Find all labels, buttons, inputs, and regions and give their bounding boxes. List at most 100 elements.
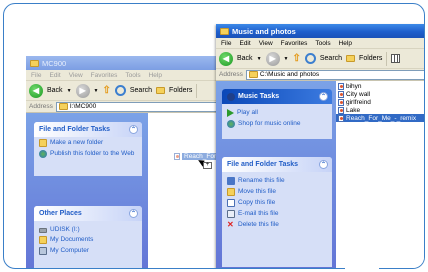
chevron-down-icon[interactable]: ▼: [257, 56, 262, 62]
place-udisk[interactable]: UDISK (I:): [34, 224, 142, 235]
folder-icon: [58, 103, 68, 110]
audio-file-icon: [338, 90, 344, 98]
task-label: Move this file: [238, 187, 276, 195]
file-item[interactable]: bihyn: [336, 82, 424, 90]
chevron-up-icon[interactable]: ⌃: [319, 160, 328, 169]
back-button[interactable]: Back: [237, 55, 253, 62]
audio-file-icon: [338, 106, 344, 114]
panel-heading: Other Places: [39, 210, 82, 217]
menu-view[interactable]: View: [69, 72, 83, 79]
back-arrow-icon[interactable]: ◀: [29, 83, 43, 98]
task-make-folder[interactable]: Make a new folder: [34, 137, 142, 148]
address-label: Address: [219, 71, 243, 78]
place-my-documents[interactable]: My Documents: [34, 235, 142, 246]
audio-file-icon: [338, 98, 344, 106]
place-my-computer[interactable]: My Computer: [34, 246, 142, 257]
folder-up-icon[interactable]: ⇧: [292, 53, 300, 64]
copy-icon: [227, 198, 235, 207]
task-label: Delete this file: [238, 220, 279, 228]
forward-arrow-icon[interactable]: ▶: [75, 83, 90, 98]
chevron-down-icon[interactable]: ▼: [284, 56, 289, 62]
task-delete-file[interactable]: ✕ Delete this file: [222, 219, 332, 230]
address-input[interactable]: I:\MC900: [55, 101, 231, 112]
search-button[interactable]: Search: [130, 87, 152, 94]
menu-edit[interactable]: Edit: [49, 72, 60, 79]
frame-gap: [345, 264, 379, 272]
window-mc900-titlebar[interactable]: MC900: [26, 56, 231, 70]
file-folder-tasks-header[interactable]: File and Folder Tasks ⌃: [34, 122, 142, 137]
chevron-up-icon[interactable]: ⌃: [129, 209, 138, 218]
menu-bar: File Edit View Favorites Tools Help: [216, 38, 424, 49]
audio-file-icon: [338, 82, 344, 90]
task-shop-music[interactable]: Shop for music online: [222, 118, 332, 129]
menu-tools[interactable]: Tools: [125, 72, 140, 79]
task-label: Make a new folder: [50, 138, 104, 146]
back-arrow-icon[interactable]: ◀: [219, 51, 233, 66]
task-rename-file[interactable]: Rename this file: [222, 175, 332, 186]
window-music-photos-titlebar[interactable]: Music and photos: [216, 24, 424, 38]
folder-icon: [220, 27, 229, 35]
menu-favorites[interactable]: Favorites: [281, 40, 308, 47]
documents-folder-icon: [39, 236, 47, 245]
chevron-down-icon[interactable]: ▼: [94, 88, 99, 94]
task-email-file[interactable]: E-mail this file: [222, 208, 332, 219]
file-folder-tasks-header[interactable]: File and Folder Tasks ⌃: [222, 157, 332, 172]
search-icon[interactable]: [114, 85, 126, 96]
forward-arrow-icon[interactable]: ▶: [265, 51, 280, 66]
folder-up-icon[interactable]: ⇧: [102, 85, 110, 96]
screenshot-frame: MC900 File Edit View Favorites Tools Hel…: [3, 3, 425, 269]
chevron-down-icon[interactable]: ▼: [67, 88, 72, 94]
task-move-file[interactable]: Move this file: [222, 186, 332, 197]
menu-view[interactable]: View: [259, 40, 273, 47]
menu-tools[interactable]: Tools: [315, 40, 330, 47]
other-places-header[interactable]: Other Places ⌃: [34, 206, 142, 221]
menu-edit[interactable]: Edit: [239, 40, 250, 47]
file-name: Reach_For_Me_-_remix: [346, 114, 417, 122]
chevron-up-icon[interactable]: ⌃: [129, 125, 138, 134]
menu-help[interactable]: Help: [339, 40, 352, 47]
music-tasks-header[interactable]: Music Tasks ⌃: [222, 89, 332, 104]
folder-icon: [30, 59, 39, 67]
file-item[interactable]: City wall: [336, 90, 424, 98]
task-label: E-mail this file: [238, 209, 279, 217]
file-item-selected[interactable]: Reach_For_Me_-_remix: [336, 114, 424, 122]
panel-heading: File and Folder Tasks: [227, 161, 299, 168]
folders-button[interactable]: Folders: [359, 55, 382, 62]
toolbar-divider: [196, 83, 198, 98]
other-places-panel: Other Places ⌃ UDISK (I:) My Documents M…: [34, 206, 142, 268]
address-value: I:\MC900: [69, 103, 97, 110]
menu-help[interactable]: Help: [149, 72, 162, 79]
search-icon[interactable]: [304, 53, 316, 64]
file-list[interactable]: bihyn City wall girlfreind Lake Reach_Fo…: [336, 81, 424, 268]
toolbar: ◀ Back ▼ ▶ ▼ ⇧ Search Folders: [216, 49, 424, 69]
task-play-all[interactable]: Play all: [222, 107, 332, 118]
task-label: Rename this file: [238, 176, 285, 184]
search-button[interactable]: Search: [320, 55, 342, 62]
menu-file[interactable]: File: [31, 72, 41, 79]
address-input[interactable]: C:\Music and photos: [245, 69, 424, 80]
task-copy-file[interactable]: Copy this file: [222, 197, 332, 208]
place-label: UDISK (I:): [50, 225, 80, 233]
back-button[interactable]: Back: [47, 87, 63, 94]
folders-icon[interactable]: [156, 87, 166, 94]
task-label: Play all: [237, 108, 258, 116]
address-bar: Address I:\MC900: [26, 101, 231, 113]
email-icon: [227, 209, 235, 218]
audio-file-icon: [174, 153, 180, 160]
file-name: girlfreind: [346, 98, 371, 106]
chevron-up-icon[interactable]: ⌃: [319, 92, 328, 101]
views-grid-icon[interactable]: [391, 54, 401, 63]
toolbar: ◀ Back ▼ ▶ ▼ ⇧ Search Folders: [26, 81, 231, 101]
folders-button[interactable]: Folders: [169, 87, 192, 94]
menu-favorites[interactable]: Favorites: [91, 72, 118, 79]
file-item[interactable]: girlfreind: [336, 98, 424, 106]
menu-file[interactable]: File: [221, 40, 231, 47]
file-item[interactable]: Lake: [336, 106, 424, 114]
globe-icon: [227, 119, 235, 128]
place-label: My Documents: [50, 236, 94, 244]
task-publish-web[interactable]: Publish this folder to the Web: [34, 148, 142, 159]
panel-heading: Music Tasks: [238, 93, 280, 100]
folders-icon[interactable]: [346, 55, 356, 62]
window-title: MC900: [42, 58, 67, 68]
file-folder-tasks-panel: File and Folder Tasks ⌃ Make a new folde…: [34, 122, 142, 176]
